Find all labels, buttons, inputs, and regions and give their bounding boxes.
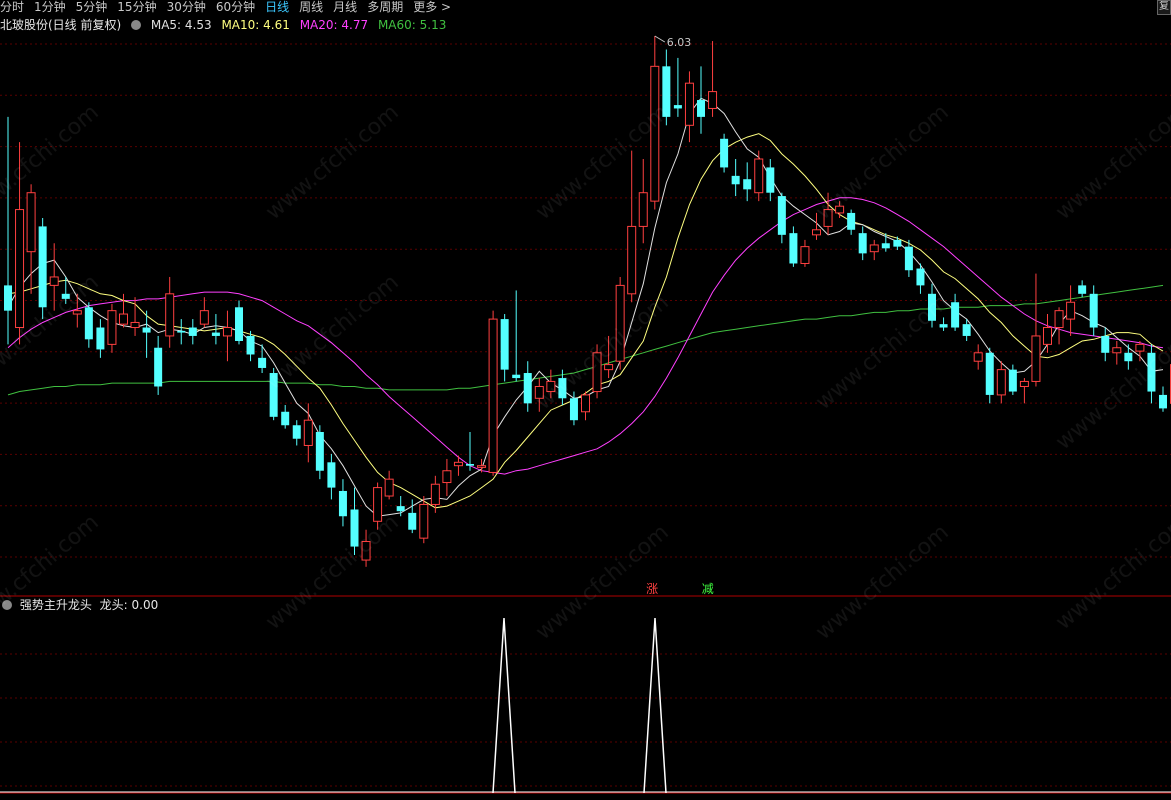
candle-body — [1089, 293, 1098, 328]
candle-body — [777, 196, 786, 235]
candle-body — [477, 465, 487, 468]
candle-body — [466, 464, 474, 466]
candle-body — [15, 209, 25, 329]
indicator-spike — [492, 617, 516, 794]
candle-body — [754, 158, 764, 194]
candle-body — [142, 327, 151, 333]
candle-body — [165, 293, 175, 337]
max-marker-line — [654, 35, 666, 43]
candle-body — [1112, 347, 1122, 354]
indicator-value: 龙头: 0.00 — [99, 598, 159, 612]
candle-body — [384, 478, 394, 497]
candle-body — [766, 167, 775, 193]
candle-body — [84, 307, 93, 340]
candle-body — [1159, 394, 1167, 409]
candle-body — [789, 233, 798, 264]
candle-body — [1031, 335, 1041, 382]
candle-body — [246, 335, 255, 355]
candle-body — [951, 302, 960, 328]
candle-body — [893, 239, 902, 247]
candle-body — [430, 483, 440, 505]
candle-body — [858, 233, 867, 254]
candle-body — [1135, 343, 1145, 352]
indicator-spike — [643, 617, 667, 794]
signal-down-label: 减 — [702, 582, 714, 596]
candle-body — [939, 324, 948, 328]
candle-body — [1066, 301, 1076, 320]
candle-body — [177, 330, 186, 333]
candle-body — [684, 82, 694, 126]
candle-body — [107, 310, 117, 345]
candle-body — [292, 425, 301, 439]
candle-body — [581, 394, 590, 413]
candle-body — [638, 192, 648, 227]
candle-body — [1078, 285, 1087, 294]
candle-body — [500, 319, 509, 370]
candle-body — [847, 212, 856, 230]
candle-body — [627, 225, 637, 295]
candle-body — [188, 327, 197, 336]
candle-body — [222, 327, 232, 337]
candle-body — [697, 100, 705, 117]
candle-body — [996, 369, 1006, 396]
candle-body — [488, 318, 498, 473]
candle-body — [442, 470, 452, 484]
candle-body — [1043, 327, 1052, 345]
candle-body — [4, 285, 12, 311]
candle-body — [523, 373, 532, 404]
candle-body — [154, 347, 163, 387]
candle-body — [708, 91, 718, 109]
candle-body — [327, 462, 336, 488]
candle-body — [731, 175, 740, 185]
candle-body — [419, 503, 429, 539]
candle-body — [49, 276, 59, 286]
candle-body — [199, 310, 209, 325]
candle-body — [962, 324, 971, 336]
signal-up-label: 涨 — [646, 581, 658, 596]
candle-body — [235, 307, 243, 341]
candle-body — [812, 229, 821, 236]
candle-body — [881, 243, 890, 249]
candle-body — [26, 192, 36, 253]
candle-body — [1124, 352, 1133, 362]
candle-body — [396, 506, 405, 512]
candle-body — [1019, 380, 1029, 387]
candle-body — [869, 244, 879, 253]
candle-body — [96, 327, 105, 350]
candle-body — [258, 357, 267, 368]
candle-body — [408, 512, 417, 530]
candle-body — [673, 105, 682, 109]
candle-body — [916, 268, 925, 286]
candle-body — [800, 246, 810, 264]
indicator-name[interactable]: 强势主升龙头 — [20, 598, 92, 612]
candle-body — [130, 321, 140, 329]
candle-body — [338, 490, 347, 517]
kline-chart[interactable]: 6.03 涨 减 — [0, 0, 1171, 800]
candle-body — [743, 179, 752, 190]
candle-body — [303, 419, 313, 446]
candle-body — [985, 352, 994, 395]
max-price-label: 6.03 — [667, 36, 692, 49]
candle-body — [1054, 310, 1064, 329]
candle-body — [512, 374, 521, 379]
candle-body — [569, 398, 578, 421]
candle-body — [1101, 335, 1110, 353]
candle-body — [1008, 369, 1017, 392]
candle-body — [211, 332, 220, 336]
candle-body — [973, 352, 983, 362]
candle-body — [453, 461, 463, 467]
indicator-info: 强势主升龙头 龙头: 0.00 — [2, 597, 158, 613]
candle-body — [38, 226, 47, 308]
candle-body — [281, 411, 290, 426]
candle-body — [720, 138, 729, 168]
candle-body — [119, 313, 128, 325]
candle-body — [315, 431, 324, 471]
candle-body — [904, 246, 913, 271]
